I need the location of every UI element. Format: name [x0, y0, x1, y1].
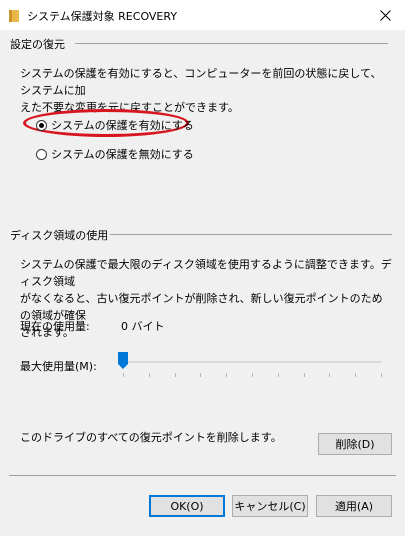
delete-button[interactable]: 削除(D): [318, 433, 392, 455]
disk-usage-divider: [110, 234, 392, 235]
restore-settings-divider: [75, 43, 388, 44]
delete-description: このドライブのすべての復元ポイントを削除します。: [20, 431, 282, 444]
max-usage-slider-track[interactable]: [120, 361, 382, 363]
ok-button[interactable]: OK(O): [149, 495, 225, 517]
close-button[interactable]: [365, 0, 405, 30]
slider-tick: [303, 373, 305, 377]
slider-tick: [148, 373, 150, 377]
slider-tick: [200, 373, 202, 377]
restore-description-line-1: システムの保護を有効にすると、コンピューターを前回の状態に戻して、システムに加: [20, 67, 382, 97]
apply-button[interactable]: 適用(A): [316, 495, 392, 517]
current-usage-value: 0 バイト: [121, 320, 165, 333]
title-bar: システム保護対象 RECOVERY: [0, 0, 405, 30]
slider-tick: [252, 373, 253, 377]
slider-tick: [355, 373, 357, 377]
radio-enable-label: システムの保護を有効にする: [51, 119, 194, 132]
disk-description-line-1: システムの保護で最大限のディスク領域を使用するように調整できます。ディスク領域: [20, 258, 392, 288]
slider-tick: [226, 373, 228, 377]
radio-enable-protection[interactable]: システムの保護を有効にする: [36, 117, 194, 133]
radio-disable-protection[interactable]: システムの保護を無効にする: [36, 146, 194, 162]
restore-settings-description: システムの保護を有効にすると、コンピューターを前回の状態に戻して、システムに加 …: [20, 65, 392, 116]
cancel-button[interactable]: キャンセル(C): [232, 495, 308, 517]
window-title: システム保護対象 RECOVERY: [27, 10, 178, 23]
slider-tick: [381, 373, 382, 377]
radio-disable-label: システムの保護を無効にする: [51, 148, 194, 161]
radio-button-checked[interactable]: [36, 119, 47, 131]
close-icon: [379, 9, 391, 21]
max-usage-slider-thumb[interactable]: [118, 352, 128, 369]
slider-tick: [277, 373, 279, 377]
max-usage-label: 最大使用量(M):: [20, 360, 97, 373]
footer-separator: [9, 475, 396, 476]
slider-tick: [174, 373, 176, 377]
slider-tick: [123, 373, 124, 377]
restore-settings-legend: 設定の復元: [10, 36, 69, 52]
disk-usage-legend: ディスク領域の使用量: [10, 227, 108, 243]
radio-button[interactable]: [36, 148, 47, 160]
current-usage-label: 現在の使用量:: [20, 320, 90, 333]
folder-icon: [9, 10, 19, 22]
slider-tick: [329, 373, 331, 377]
